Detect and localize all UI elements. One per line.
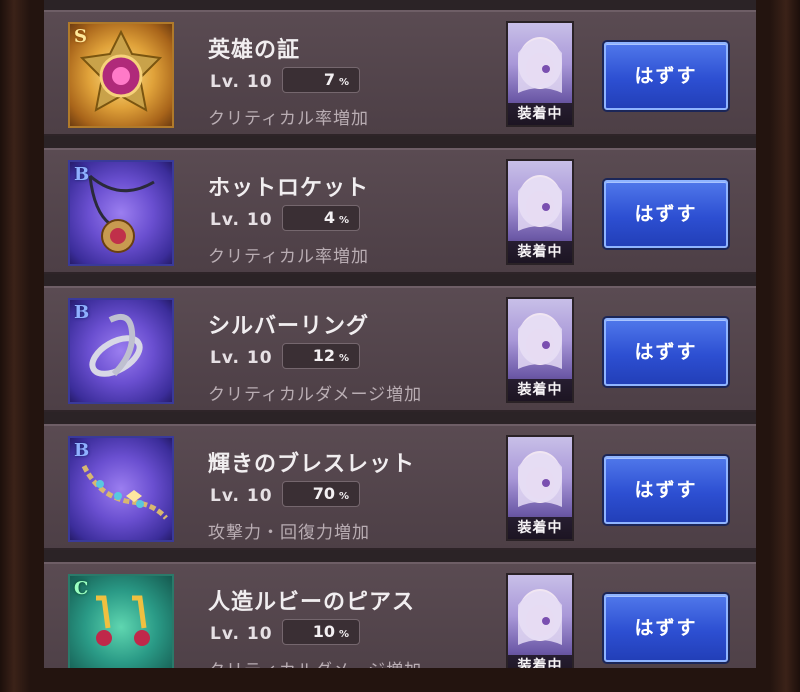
unequip-button[interactable]: はずす — [604, 42, 728, 110]
unequip-button[interactable]: はずす — [604, 456, 728, 524]
item-effect: 攻撃力・回復力増加 — [208, 523, 370, 543]
item-value: 10% — [282, 619, 360, 645]
rank-badge: B — [74, 302, 90, 323]
item-value: 70% — [282, 481, 360, 507]
rank-badge: C — [74, 578, 89, 599]
item-level: Lv. 10 — [210, 210, 273, 230]
item-effect: クリティカルダメージ増加 — [208, 385, 423, 405]
list-item[interactable]: B ホットロケット Lv. 10 4% クリティカル率増加 装着中 はずす — [44, 148, 756, 274]
equipment-list[interactable]: S 英雄の証 Lv. 10 7% クリティカル率増加 装着中 はずす B ホット… — [44, 0, 756, 668]
equipped-badge: 装着中 — [508, 103, 572, 125]
equipped-badge: 装着中 — [508, 379, 572, 401]
list-item[interactable]: C 人造ルビーのピアス Lv. 10 10% クリティカルダメージ増加 装着中 … — [44, 562, 756, 668]
unequip-button[interactable]: はずす — [604, 318, 728, 386]
item-effect: クリティカル率増加 — [208, 247, 369, 267]
item-name: ホットロケット — [208, 176, 370, 201]
rank-badge: B — [74, 164, 90, 185]
item-value: 7% — [282, 67, 360, 93]
list-item[interactable]: B シルバーリング Lv. 10 12% クリティカルダメージ増加 装着中 はず… — [44, 286, 756, 412]
equipped-badge: 装着中 — [508, 241, 572, 263]
item-effect: クリティカル率増加 — [208, 109, 369, 129]
unequip-button[interactable]: はずす — [604, 594, 728, 662]
item-name: 英雄の証 — [208, 38, 301, 63]
ruby-earrings-icon[interactable]: C — [68, 574, 174, 668]
bracelet-icon[interactable]: B — [68, 436, 174, 542]
item-name: 人造ルビーのピアス — [208, 590, 416, 615]
rank-badge: B — [74, 440, 90, 461]
item-value: 12% — [282, 343, 360, 369]
character-portrait[interactable]: 装着中 — [506, 573, 574, 668]
item-name: シルバーリング — [208, 314, 370, 339]
silver-ring-icon[interactable]: B — [68, 298, 174, 404]
item-level: Lv. 10 — [210, 348, 273, 368]
locket-pendant-icon[interactable]: B — [68, 160, 174, 266]
gem-crest-icon[interactable]: S — [68, 22, 174, 128]
equipped-badge: 装着中 — [508, 517, 572, 539]
item-value: 4% — [282, 205, 360, 231]
item-level: Lv. 10 — [210, 624, 273, 644]
rank-badge: S — [74, 26, 87, 47]
item-name: 輝きのブレスレット — [208, 452, 416, 477]
unequip-button[interactable]: はずす — [604, 180, 728, 248]
item-level: Lv. 10 — [210, 486, 273, 506]
character-portrait[interactable]: 装着中 — [506, 297, 574, 403]
list-item[interactable]: B 輝きのブレスレット Lv. 10 70% 攻撃力・回復力増加 装着中 はずす — [44, 424, 756, 550]
item-level: Lv. 10 — [210, 72, 273, 92]
character-portrait[interactable]: 装着中 — [506, 21, 574, 127]
character-portrait[interactable]: 装着中 — [506, 159, 574, 265]
item-effect: クリティカルダメージ増加 — [208, 656, 422, 668]
character-portrait[interactable]: 装着中 — [506, 435, 574, 541]
list-item[interactable]: S 英雄の証 Lv. 10 7% クリティカル率増加 装着中 はずす — [44, 10, 756, 136]
equipped-badge: 装着中 — [508, 655, 572, 668]
